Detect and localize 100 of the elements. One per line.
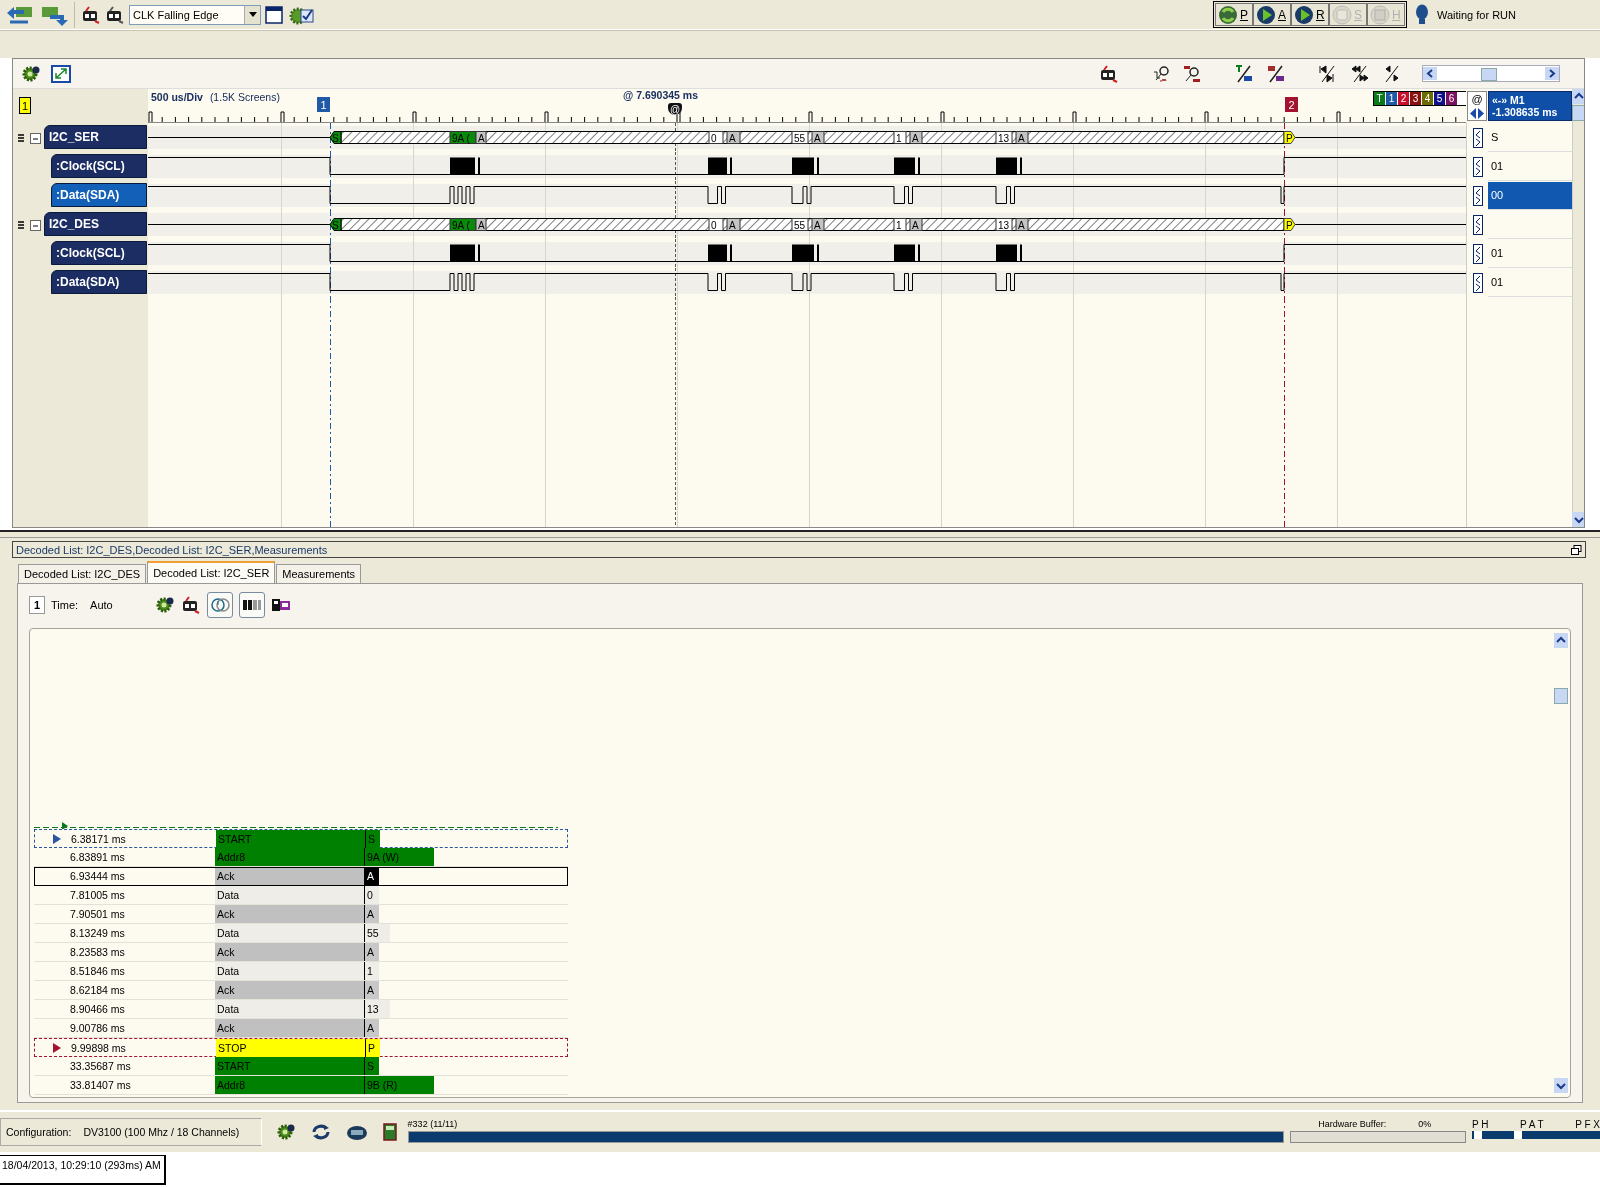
marker-tab[interactable]: 5 xyxy=(1434,92,1446,105)
list-row[interactable]: 6.83891 ms Addr8 9A (W) xyxy=(34,848,568,867)
marker-tab[interactable]: 6 xyxy=(1446,92,1458,105)
gear-icon[interactable] xyxy=(154,595,175,615)
time-cell-text: 7.90501 ms xyxy=(69,907,126,922)
list-row[interactable]: 8.23583 ms Ack A xyxy=(34,943,568,962)
time-label: Time: xyxy=(51,599,79,611)
scroll-down-icon[interactable] xyxy=(1554,1078,1568,1093)
mode-label[interactable]: P A T xyxy=(1520,1119,1544,1130)
diamond-arrows-icon[interactable] xyxy=(1470,107,1484,119)
list-row[interactable]: 7.81005 ms Data 0 xyxy=(34,886,568,905)
list-row[interactable]: 33.35687 ms START S xyxy=(34,1057,568,1076)
type-cell: START xyxy=(216,830,365,848)
decoded-segment: S xyxy=(329,131,342,144)
measurement-panel[interactable]: «-» M1 -1.308635 ms xyxy=(1488,91,1572,121)
mode-track[interactable] xyxy=(1472,1130,1600,1140)
run-button[interactable]: A xyxy=(1252,3,1291,26)
expand-value-icon[interactable] xyxy=(1472,214,1483,235)
panel-tab[interactable]: Decoded List: I2C_SER xyxy=(147,561,276,583)
list-view-icon[interactable] xyxy=(270,597,291,613)
expand-value-icon[interactable] xyxy=(1472,243,1483,264)
drag-handle-icon[interactable] xyxy=(18,134,24,142)
time-cell-text: 8.62184 ms xyxy=(69,983,126,998)
bulb-icon xyxy=(1414,3,1429,26)
list-row[interactable]: 8.13249 ms Data 55 xyxy=(34,924,568,943)
drag-handle-icon[interactable] xyxy=(18,221,24,229)
fast-forward-icon[interactable] xyxy=(1350,63,1370,84)
gear-icon[interactable] xyxy=(275,1122,296,1142)
list-row[interactable]: 6.38171 ms START S xyxy=(34,829,568,848)
marker-flag[interactable]: 2 xyxy=(1285,97,1298,112)
mode-label[interactable]: P F X xyxy=(1575,1119,1600,1130)
decoded-segment: 9A ( xyxy=(449,131,477,144)
marker-tab[interactable]: T xyxy=(1374,92,1386,105)
list-row[interactable]: 8.90466 ms Data 13 xyxy=(34,1000,568,1019)
dropdown-arrow-icon[interactable] xyxy=(248,12,257,17)
signal-label[interactable]: I2C_DES xyxy=(44,212,147,236)
signal-label[interactable]: :Data(SDA) xyxy=(51,270,147,294)
window-arrows-icon[interactable] xyxy=(51,63,71,84)
scroll-thumb[interactable] xyxy=(1554,688,1568,704)
decoded-segment: 9A ( xyxy=(449,218,477,231)
signal-value: 01 xyxy=(1490,246,1505,261)
marker-pairs-icon[interactable] xyxy=(1266,63,1286,84)
signal-label[interactable]: :Clock(SCL) xyxy=(51,154,147,178)
marker-flag[interactable]: 1 xyxy=(317,97,330,112)
marker-tab[interactable]: 3 xyxy=(1410,92,1422,105)
expand-value-icon[interactable] xyxy=(1472,156,1483,177)
list-row[interactable]: 33.81407 ms Addr8 9B (R) xyxy=(34,1076,568,1095)
zoom-waveform-icon[interactable] xyxy=(1152,63,1172,84)
list-row[interactable]: 7.90501 ms Ack A xyxy=(34,905,568,924)
page-badge[interactable]: 1 xyxy=(19,97,31,114)
splitter[interactable] xyxy=(0,530,1600,538)
scroll-left-icon[interactable] xyxy=(1423,67,1437,80)
cursor-flag[interactable]: @ xyxy=(668,103,682,115)
value-cell: 0 xyxy=(364,886,379,904)
decoded-segment: 55 xyxy=(791,131,809,144)
page-number[interactable]: 1 xyxy=(29,596,45,614)
scroll-right-icon[interactable] xyxy=(1545,67,1559,80)
trigger-select[interactable]: CLK Falling Edge xyxy=(129,4,261,25)
timing-toggle[interactable] xyxy=(206,592,233,618)
mode-label[interactable]: P H xyxy=(1472,1119,1489,1130)
marker-tab[interactable]: 2 xyxy=(1398,92,1410,105)
expand-value-icon[interactable] xyxy=(1472,272,1483,293)
window-icon[interactable] xyxy=(265,5,283,24)
signal-label[interactable]: I2C_SER xyxy=(44,125,147,149)
time-mode[interactable]: Auto xyxy=(90,599,113,611)
config-label: Configuration: xyxy=(6,1126,72,1138)
value-cell: 55 xyxy=(364,924,390,942)
marker-tab[interactable]: 4 xyxy=(1422,92,1434,105)
collapse-icon[interactable] xyxy=(30,133,41,144)
decoded-segment: A xyxy=(909,131,923,144)
run-button[interactable]: R xyxy=(1290,3,1329,26)
expand-value-icon[interactable] xyxy=(1472,127,1483,148)
value-cell: 1 xyxy=(364,962,379,980)
book-icon[interactable] xyxy=(381,1122,398,1142)
scroll-thumb[interactable] xyxy=(1481,68,1497,81)
list-row[interactable]: 6.93444 ms Ack A xyxy=(34,867,568,886)
list-row[interactable]: 8.51846 ms Data 1 xyxy=(34,962,568,981)
time-cell-text: 6.83891 ms xyxy=(69,850,126,865)
panel-tab[interactable]: Measurements xyxy=(276,564,362,583)
panel-tab[interactable]: Decoded List: I2C_DES xyxy=(18,564,147,583)
restore-icon[interactable] xyxy=(1571,544,1582,555)
expand-value-icon[interactable] xyxy=(1472,185,1483,206)
time-delta-icon[interactable] xyxy=(1234,63,1254,84)
signal-label[interactable]: :Clock(SCL) xyxy=(51,241,147,265)
type-cell: START xyxy=(215,1057,364,1075)
signal-label[interactable]: :Data(SDA) xyxy=(51,183,147,207)
list-row[interactable]: 9.00786 ms Ack A xyxy=(34,1019,568,1038)
zoom-in-out-icon[interactable] xyxy=(1182,63,1202,84)
collapse-icon[interactable] xyxy=(30,220,41,231)
ascii-toggle[interactable] xyxy=(238,592,265,618)
type-cell: Data xyxy=(215,924,364,942)
list-row[interactable]: 8.62184 ms Ack A xyxy=(34,981,568,1000)
decoded-segment: 55 xyxy=(791,218,809,231)
scroll-up-icon[interactable] xyxy=(1554,633,1568,648)
decoded-segment: P xyxy=(1283,218,1296,231)
list-row[interactable]: 9.99898 ms STOP P xyxy=(34,1038,568,1057)
marker-tab[interactable]: 1 xyxy=(1386,92,1398,105)
value-cell: P xyxy=(365,1039,380,1057)
run-button[interactable]: P xyxy=(1214,3,1253,26)
decoded-segment: A xyxy=(811,218,825,231)
